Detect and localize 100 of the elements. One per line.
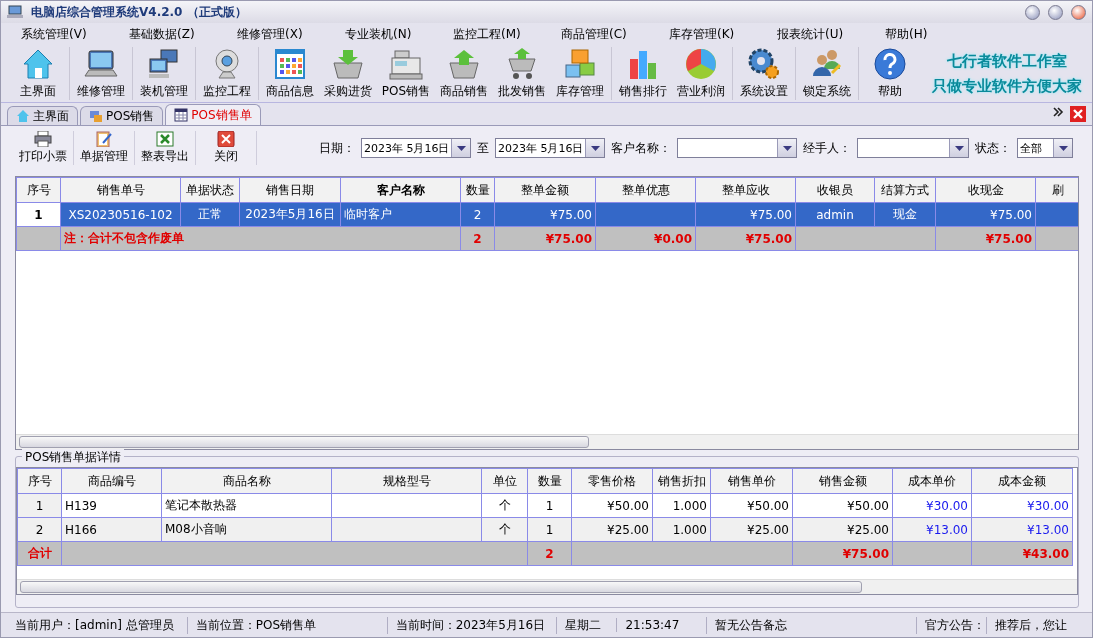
column-header[interactable]: 序号 — [16, 177, 61, 203]
column-header[interactable]: 销售折扣 — [652, 468, 711, 494]
column-header[interactable]: 单位 — [481, 468, 528, 494]
column-header[interactable]: 结算方式 — [874, 177, 936, 203]
column-header[interactable]: 客户名称 — [340, 177, 461, 203]
column-header[interactable]: 收银员 — [795, 177, 875, 203]
menu-item[interactable]: 基础数据(Z) — [121, 25, 229, 43]
toolbar-button[interactable]: POS销售 — [377, 47, 435, 100]
column-header[interactable]: 单据状态 — [180, 177, 240, 203]
total-cost-amount: ¥43.00 — [1022, 546, 1069, 561]
table-cell-text: 1 — [34, 207, 43, 222]
toolbar-button[interactable]: 装机管理 — [135, 47, 193, 100]
customer-dropdown[interactable] — [677, 138, 797, 158]
table-cell-text: XS20230516-102 — [68, 207, 173, 222]
status-text: 星期二 — [556, 616, 617, 634]
toolbar-button[interactable]: 营业利润 — [672, 47, 730, 100]
tab[interactable]: POS销售 — [80, 106, 164, 125]
status-dropdown[interactable]: 全部 — [1017, 138, 1073, 158]
table-cell-text: 正常 — [198, 207, 222, 221]
handler-dropdown[interactable] — [857, 138, 969, 158]
slogan-text: 七行者软件工作室 — [947, 51, 1067, 71]
toolbar-button[interactable]: 锁定系统 — [798, 47, 856, 100]
column-header[interactable]: 成本金额 — [971, 468, 1073, 494]
column-header[interactable]: 序号 — [17, 468, 62, 494]
handler-label: 经手人： — [803, 139, 851, 157]
toolbar-button[interactable]: 系统设置 — [735, 47, 793, 100]
table-cell-text: 个 — [498, 522, 511, 536]
horizontal-scrollbar[interactable] — [17, 579, 1077, 594]
table-cell-text: ¥13.00 — [1027, 522, 1069, 537]
status-text: 21:53:47 — [616, 618, 707, 632]
table-cell-text: ¥50.00 — [607, 498, 649, 513]
caret-icon — [1058, 145, 1068, 151]
column-header[interactable]: 销售日期 — [239, 177, 341, 203]
status-text: 当前时间：2023年5月16日 — [386, 616, 557, 634]
grid-icon — [273, 47, 307, 81]
close-icon — [217, 131, 235, 147]
column-header[interactable]: 商品名称 — [161, 468, 332, 494]
column-header[interactable]: 规格型号 — [331, 468, 482, 494]
menu-item[interactable]: 报表统计(U) — [769, 25, 877, 43]
close-icon[interactable] — [1070, 106, 1086, 122]
close-button[interactable] — [1071, 4, 1086, 20]
action-button[interactable]: 整表导出 — [135, 131, 196, 165]
window-title: 电脑店综合管理系统V4.2.0 （正式版） — [31, 3, 248, 21]
action-button[interactable]: 打印小票 — [13, 131, 74, 165]
customer-label: 客户名称： — [611, 139, 671, 157]
toolbar-button[interactable]: 维修管理 — [72, 47, 130, 100]
date-label: 日期： — [319, 139, 355, 157]
table-cell-text: ¥75.00 — [750, 207, 792, 222]
table-cell-text: ¥25.00 — [607, 522, 649, 537]
date-picker[interactable]: 2023年 5月16日 — [495, 138, 605, 158]
cash-register-icon — [389, 47, 423, 81]
toolbar-button[interactable]: 库存管理 — [551, 47, 609, 100]
column-header[interactable]: 商品编号 — [61, 468, 162, 494]
menu-item[interactable]: 维修管理(X) — [229, 25, 337, 43]
maximize-button[interactable] — [1048, 4, 1063, 20]
column-header[interactable]: 销售单价 — [710, 468, 793, 494]
column-header[interactable]: 零售价格 — [571, 468, 653, 494]
column-header[interactable]: 数量 — [527, 468, 572, 494]
table-cell-text: ¥13.00 — [926, 522, 968, 537]
toolbar-button[interactable]: 帮助 — [861, 47, 919, 100]
menu-item[interactable]: 监控工程(M) — [445, 25, 553, 43]
menu-item[interactable]: 专业装机(N) — [337, 25, 445, 43]
table-cell-text: 2 — [473, 207, 482, 222]
horizontal-scrollbar[interactable] — [16, 434, 1078, 449]
help-icon — [873, 47, 907, 81]
column-header[interactable]: 销售金额 — [792, 468, 893, 494]
toolbar-button[interactable]: 主界面 — [9, 47, 67, 100]
menu-item[interactable]: 商品管理(C) — [553, 25, 661, 43]
action-button[interactable]: 单据管理 — [74, 131, 135, 165]
toolbar-button[interactable]: 销售排行 — [614, 47, 672, 100]
table-cell-text: ¥50.00 — [847, 498, 889, 513]
menu-item[interactable]: 帮助(H) — [877, 25, 985, 43]
action-button[interactable]: 关闭 — [196, 131, 257, 165]
slogan-text: 只做专业软件方便大家 — [932, 76, 1082, 96]
tab[interactable]: 主界面 — [7, 106, 78, 125]
toolbar-button[interactable]: 采购进货 — [319, 47, 377, 100]
caret-icon — [456, 145, 466, 151]
column-header[interactable]: 数量 — [460, 177, 495, 203]
menu-item[interactable]: 系统管理(V) — [13, 25, 121, 43]
minimize-button[interactable] — [1025, 4, 1040, 20]
date-picker[interactable]: 2023年 5月16日 — [361, 138, 471, 158]
toolbar-button[interactable]: 批发销售 — [493, 47, 551, 100]
column-header[interactable]: 销售单号 — [60, 177, 181, 203]
column-header[interactable]: 收现金 — [935, 177, 1036, 203]
menu-item[interactable]: 库存管理(K) — [661, 25, 769, 43]
basket-up-icon — [447, 47, 481, 81]
spreadsheet-icon — [156, 131, 174, 147]
toolbar-button[interactable]: 监控工程 — [198, 47, 256, 100]
column-header[interactable]: 整单优惠 — [595, 177, 696, 203]
tab[interactable]: POS销售单 — [165, 104, 261, 125]
column-header[interactable]: 刷 — [1035, 177, 1078, 203]
status-text: 当前位置：POS销售单 — [186, 616, 387, 634]
toolbar-button[interactable]: 商品销售 — [435, 47, 493, 100]
order-row[interactable]: 1 XS20230516-102 正常 2023年5月16日 临时客户 2 ¥75.00 ¥75.00 admin 现金 ¥75.00 — [16, 202, 1078, 227]
toolbar-button[interactable]: 商品信息 — [261, 47, 319, 100]
total-receivable: ¥75.00 — [745, 231, 792, 246]
column-header[interactable]: 成本单价 — [892, 468, 972, 494]
column-header[interactable]: 整单应收 — [695, 177, 796, 203]
column-header[interactable]: 整单金额 — [494, 177, 596, 203]
table-cell-text: M08小音响 — [165, 522, 227, 536]
